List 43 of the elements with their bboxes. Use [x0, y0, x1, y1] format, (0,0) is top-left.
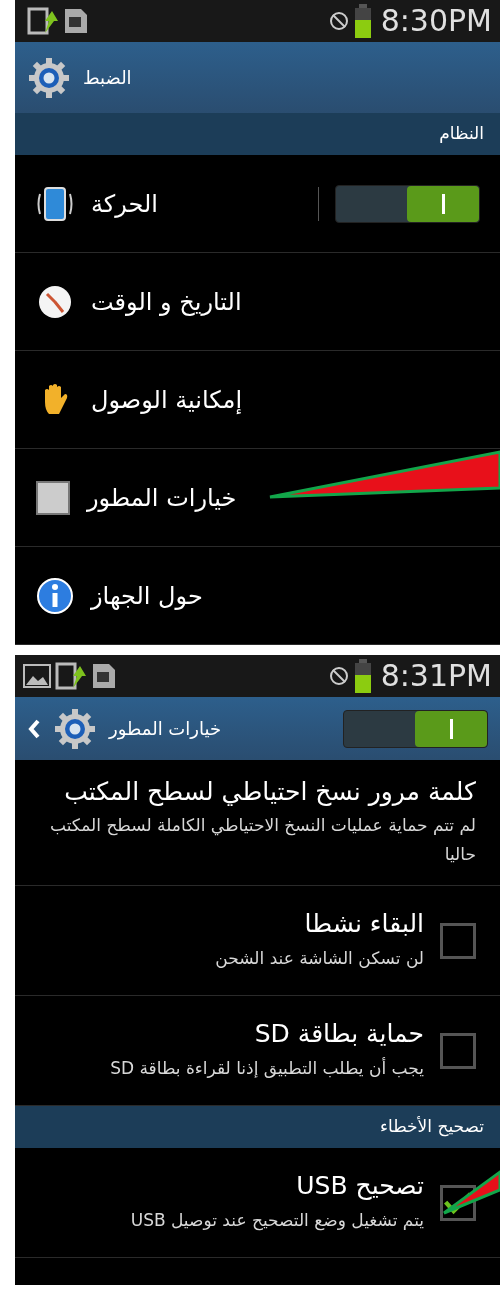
row-summary: يجب أن يطلب التطبيق إذنا لقراءة بطاقة SD	[109, 1056, 424, 1080]
back-icon[interactable]	[27, 717, 41, 740]
settings-row[interactable]: البقاء نشطا لن تسكن الشاشة عند الشحن	[15, 886, 500, 997]
section-title: تصحيح الأخطاء	[380, 1115, 484, 1139]
row-title: البقاء نشطا	[303, 908, 424, 940]
settings-row[interactable]: إمكانية الوصول	[15, 351, 500, 449]
settings-row[interactable]: التاريخ و الوقت	[15, 253, 500, 351]
picture-icon	[23, 664, 51, 688]
info-icon	[35, 575, 75, 616]
row-summary: يتم تشغيل وضع التصحيح عند توصيل USB	[129, 1208, 424, 1233]
header-title: خيارات المطور	[109, 717, 222, 742]
row-title: إمكانية الوصول	[91, 384, 244, 416]
settings-icon	[53, 706, 97, 751]
settings-icon	[27, 55, 71, 100]
sim-card-icon	[63, 7, 89, 35]
checkbox[interactable]	[440, 922, 476, 959]
row-title: الحركة	[91, 188, 159, 220]
section-title: النظام	[439, 122, 484, 146]
toggle-switch[interactable]	[335, 184, 480, 223]
row-title: حول الجهاز	[91, 580, 204, 612]
sim-card-icon	[91, 662, 117, 690]
status-time: 8:30PM	[380, 6, 492, 36]
row-summary: لن تسكن الشاشة عند الشحن	[214, 946, 424, 970]
battery-icon	[352, 4, 373, 38]
row-title: حماية بطاقة SD	[253, 1018, 424, 1050]
phone-upload-icon	[55, 662, 87, 690]
status-time: 8:31PM	[380, 661, 492, 691]
settings-row[interactable]: حول الجهاز	[15, 547, 500, 645]
header-title: الضبط	[83, 66, 132, 90]
blocked-icon	[328, 666, 349, 686]
phone-upload-icon	[27, 7, 59, 35]
row-summary: لم تتم حماية عمليات النسخ الاحتياطي الكاملة لسطح المكتب حاليا	[49, 814, 476, 867]
row-title: التاريخ و الوقت	[91, 286, 243, 318]
blocked-icon	[328, 11, 349, 31]
toggle-switch[interactable]	[343, 709, 488, 748]
row-title: تصحيح USB	[295, 1170, 424, 1202]
row-title: كلمة مرور نسخ احتياطي لسطح المكتب	[63, 776, 476, 808]
settings-row[interactable]: الحركة	[15, 155, 500, 253]
checkbox[interactable]	[440, 1032, 476, 1069]
battery-icon	[352, 659, 373, 693]
settings-row[interactable]: كلمة مرور نسخ احتياطي لسطح المكتب لم تتم حماية عمليات النسخ الاحتياطي الكاملة لسطح المكتب حاليا	[15, 760, 500, 887]
row-title: خيارات المطور	[87, 482, 238, 514]
annotation-arrow	[442, 1169, 500, 1215]
